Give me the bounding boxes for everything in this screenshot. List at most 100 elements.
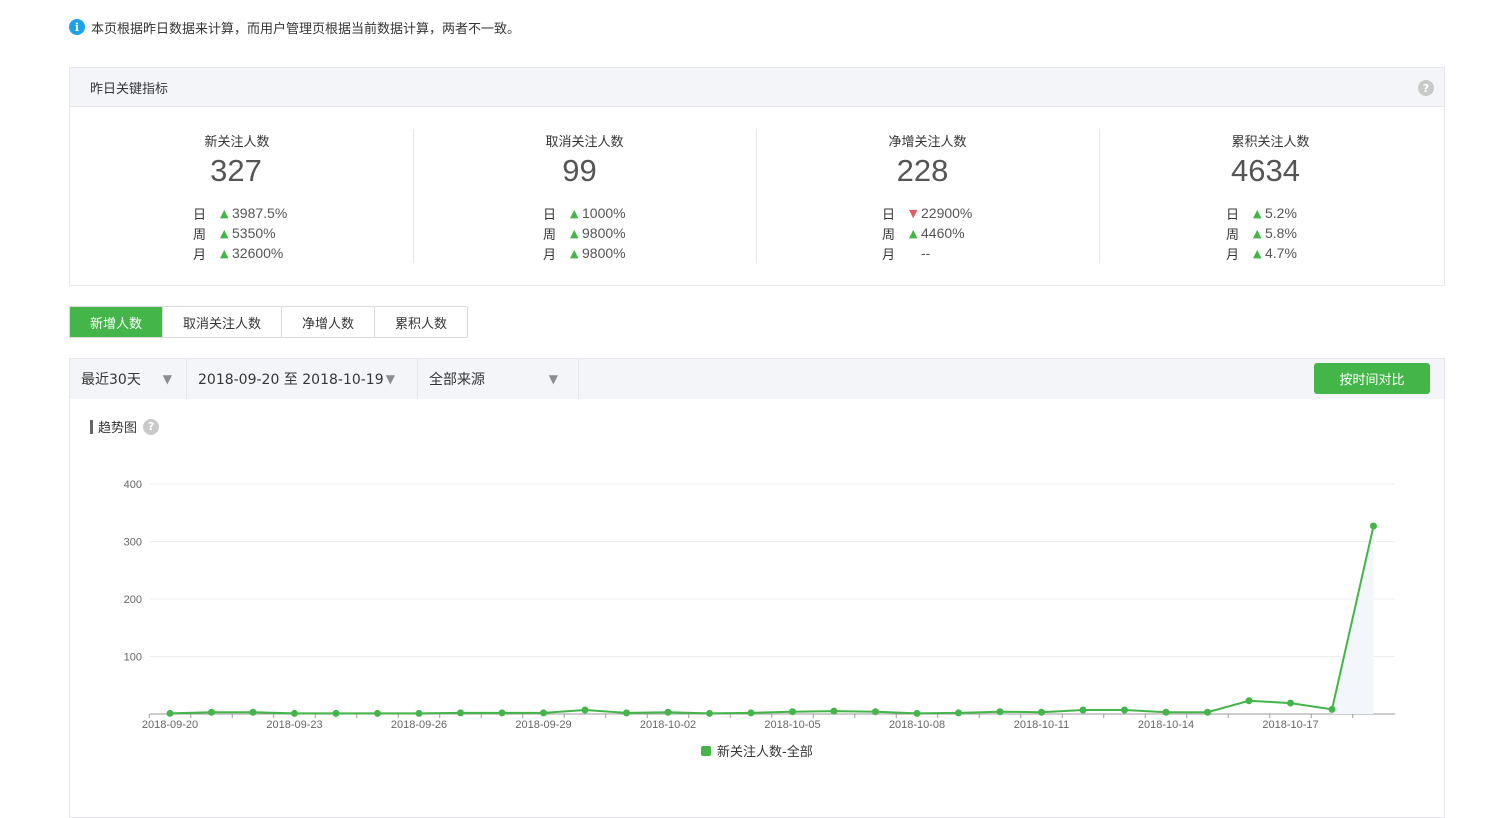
notice-bar: i 本页根据昨日数据来计算，而用户管理页根据当前数据计算，两者不一致。 xyxy=(69,17,520,37)
change-pct: 9800% xyxy=(582,225,626,241)
legend-swatch xyxy=(701,745,711,756)
arrow-up-icon: ▲ xyxy=(220,246,229,260)
change-pct: 9800% xyxy=(582,245,626,261)
data-point xyxy=(415,709,423,717)
metric-total-followers: 累积关注人数 4634 日 ▲ 5.2% 周 ▲ 5.8% 月 ▲ 4.7% xyxy=(1099,129,1442,263)
key-metrics-body: 新关注人数 327 日 ▲ 3987.5% 周 ▲ 5350% 月 ▲ 32600% 取消关… xyxy=(70,107,1444,263)
key-metrics-title: 昨日关键指标 xyxy=(90,81,169,97)
metric-title: 取消关注人数 xyxy=(545,135,624,150)
change-row-week: 周 ▲ 4460% xyxy=(882,223,972,243)
help-icon[interactable]: ? xyxy=(1418,80,1434,96)
x-tick-label: 2018-10-11 xyxy=(1014,719,1069,731)
period-label: 日 xyxy=(193,207,207,223)
metric-changes: 日 ▲ 3987.5% 周 ▲ 5350% 月 ▲ 32600% xyxy=(193,203,287,263)
change-row-week: 周 ▲ 5350% xyxy=(193,223,287,243)
metric-changes: 日 ▲ 1000% 周 ▲ 9800% 月 ▲ 9800% xyxy=(543,203,626,263)
metric-tabs: 新增人数 取消关注人数 净增人数 累积人数 xyxy=(69,306,469,338)
data-point xyxy=(291,709,298,717)
y-tick-label: 300 xyxy=(124,537,142,549)
change-row-month: 月 ▲ 9800% xyxy=(543,243,626,263)
metric-title: 净增关注人数 xyxy=(888,135,967,150)
x-tick-label: 2018-09-23 xyxy=(266,719,322,731)
data-point xyxy=(540,709,547,717)
metric-net-followers: 净增关注人数 228 日 ▼ 22900% 周 ▲ 4460% 月 -- xyxy=(756,129,1099,263)
data-point xyxy=(706,709,713,717)
data-point xyxy=(457,709,464,717)
change-row-month: 月 -- xyxy=(882,243,972,263)
x-tick-label: 2018-09-29 xyxy=(515,719,571,731)
metric-changes: 日 ▼ 22900% 周 ▲ 4460% 月 -- xyxy=(882,203,972,263)
x-tick-label: 2018-10-02 xyxy=(640,719,696,731)
change-row-week: 周 ▲ 5.8% xyxy=(1226,223,1297,243)
change-pct: 5350% xyxy=(232,225,276,241)
tab-unfollows[interactable]: 取消关注人数 xyxy=(162,307,282,337)
metric-value: 228 xyxy=(896,153,949,188)
arrow-up-icon: ▲ xyxy=(1253,226,1262,240)
change-pct: 4460% xyxy=(921,225,965,241)
change-pct: 5.8% xyxy=(1265,225,1297,241)
arrow-up-icon: ▲ xyxy=(220,206,229,220)
change-pct: 22900% xyxy=(921,205,973,221)
period-label: 周 xyxy=(193,227,207,243)
data-point xyxy=(1287,699,1294,707)
change-row-month: 月 ▲ 32600% xyxy=(193,243,287,263)
key-metrics-panel: 昨日关键指标 ? 新关注人数 327 日 ▲ 3987.5% 周 ▲ 5350% 月 ▲ 3… xyxy=(69,67,1445,286)
period-label: 周 xyxy=(1226,227,1240,243)
data-point xyxy=(581,706,589,714)
legend-label: 新关注人数-全部 xyxy=(717,745,813,760)
data-point xyxy=(1162,708,1170,716)
data-point xyxy=(789,708,796,716)
data-point xyxy=(1245,697,1253,705)
data-point xyxy=(1038,708,1045,716)
data-point xyxy=(374,709,381,717)
period-label: 月 xyxy=(882,247,896,263)
data-point xyxy=(664,708,672,716)
data-point xyxy=(166,709,174,717)
y-tick-label: 400 xyxy=(124,479,142,491)
period-label: 日 xyxy=(543,207,557,223)
series-line xyxy=(169,525,1375,715)
metric-title: 累积关注人数 xyxy=(1231,135,1310,150)
metric-title: 新关注人数 xyxy=(204,135,270,150)
data-point xyxy=(1328,705,1336,713)
x-tick-label: 2018-10-17 xyxy=(1262,719,1318,731)
metric-new-followers: 新关注人数 327 日 ▲ 3987.5% 周 ▲ 5350% 月 ▲ 32600% xyxy=(70,129,413,263)
x-tick-label: 2018-09-26 xyxy=(391,719,447,731)
change-pct: 1000% xyxy=(582,205,626,221)
y-tick-label: 200 xyxy=(124,594,142,606)
x-tick-label: 2018-10-08 xyxy=(889,719,945,731)
arrow-up-icon: ▲ xyxy=(909,226,918,240)
data-point xyxy=(332,709,340,717)
change-pct: -- xyxy=(921,245,931,261)
period-label: 日 xyxy=(882,207,896,223)
x-tick-label: 2018-09-20 xyxy=(142,719,198,731)
arrow-up-icon: ▲ xyxy=(1253,206,1262,220)
data-point xyxy=(249,708,257,716)
data-point xyxy=(955,709,962,717)
x-tick-label: 2018-10-05 xyxy=(764,719,820,731)
data-point xyxy=(747,709,755,717)
chart-legend[interactable]: 新关注人数-全部 xyxy=(701,741,813,760)
data-point xyxy=(872,708,879,716)
period-label: 月 xyxy=(1226,247,1240,263)
arrow-up-icon: ▲ xyxy=(570,226,579,240)
data-point xyxy=(996,708,1004,716)
metric-unfollows: 取消关注人数 99 日 ▲ 1000% 周 ▲ 9800% 月 ▲ 9800% xyxy=(413,129,756,263)
arrow-up-icon: ▲ xyxy=(570,206,579,220)
change-row-day: 日 ▲ 5.2% xyxy=(1226,203,1297,223)
data-point xyxy=(623,709,630,717)
change-pct: 5.2% xyxy=(1265,205,1297,221)
info-icon: i xyxy=(69,19,85,35)
tab-net-growth[interactable]: 净增人数 xyxy=(281,307,375,337)
tab-cumulative[interactable]: 累积人数 xyxy=(374,307,468,337)
data-point xyxy=(1204,708,1211,716)
change-row-day: 日 ▲ 1000% xyxy=(543,203,626,223)
change-pct: 3987.5% xyxy=(232,205,288,221)
data-point xyxy=(498,709,506,717)
change-pct: 32600% xyxy=(232,245,284,261)
period-label: 月 xyxy=(193,247,207,263)
change-pct: 4.7% xyxy=(1265,245,1297,261)
tab-new-users[interactable]: 新增人数 xyxy=(70,307,163,337)
arrow-up-icon: ▲ xyxy=(1253,246,1262,260)
change-row-day: 日 ▲ 3987.5% xyxy=(193,203,287,223)
